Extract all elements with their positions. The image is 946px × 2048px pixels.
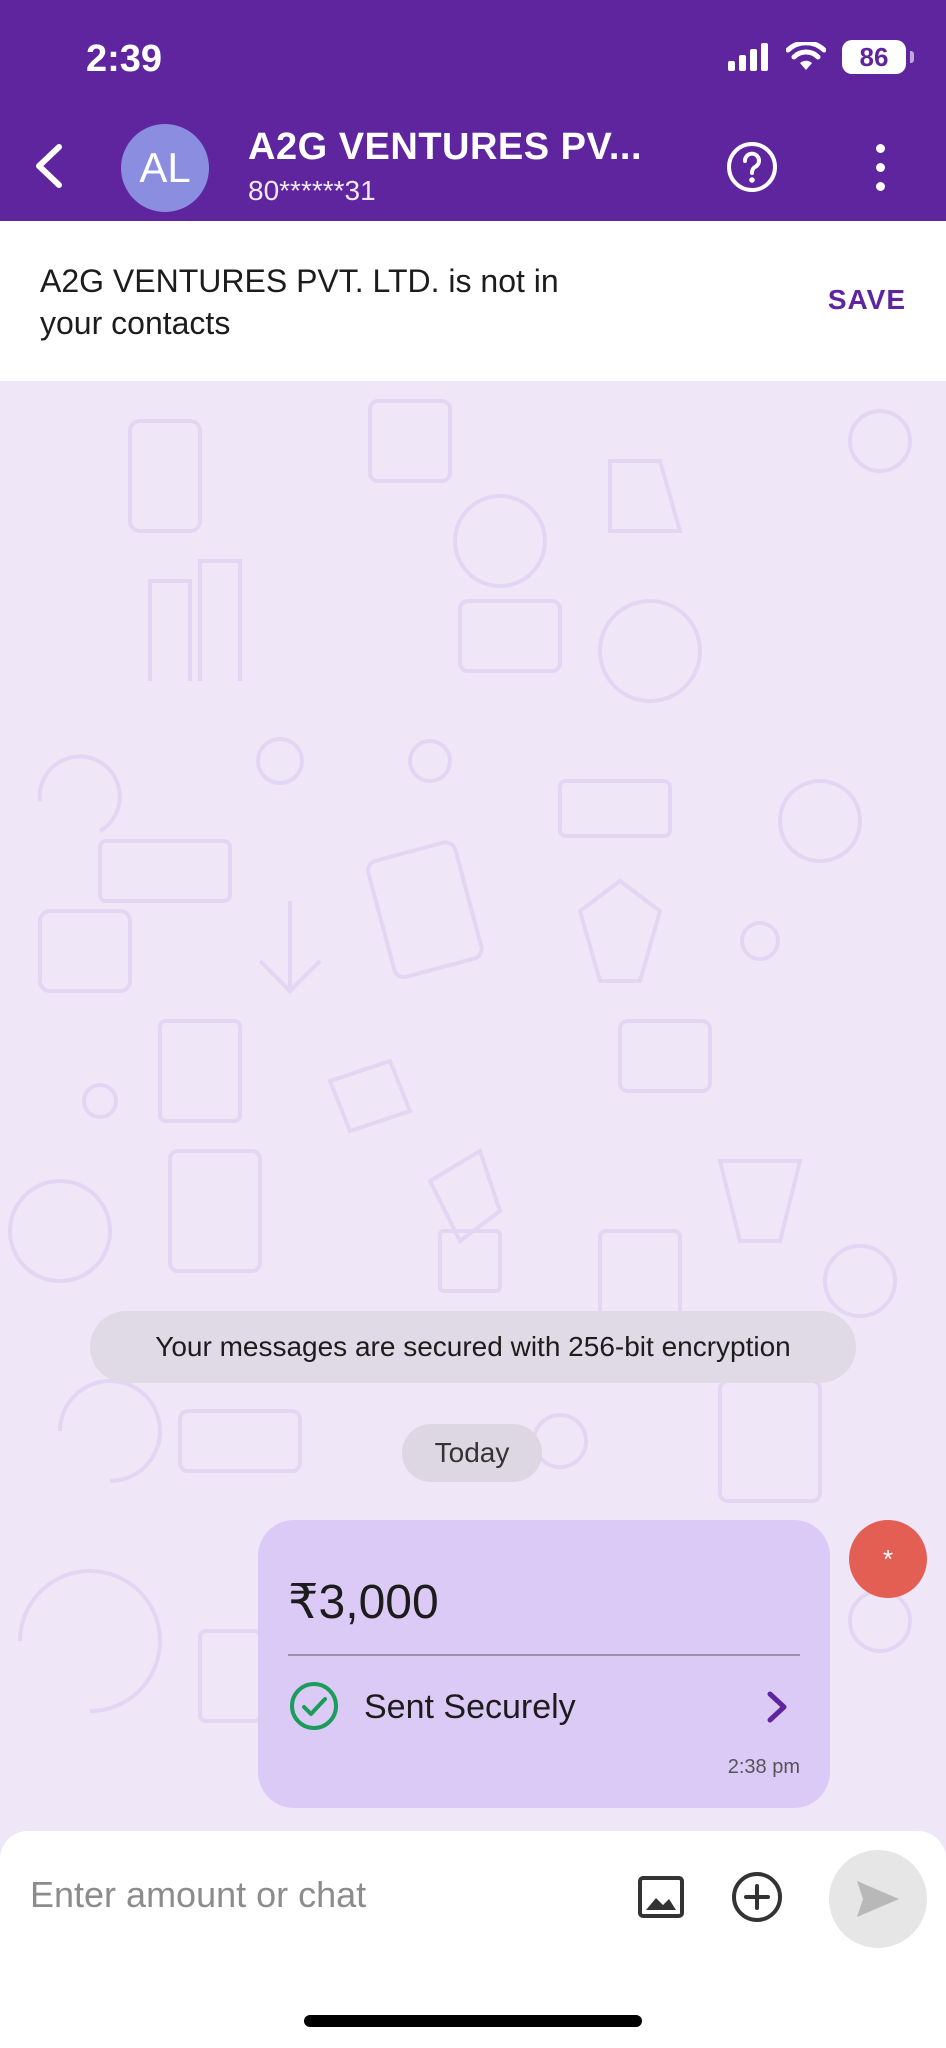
app-header: 2:39 86 AL A2G VENTURES PV... 80******31 [0,0,946,221]
status-icons: 86 [728,40,914,74]
more-options-button[interactable] [862,140,898,194]
date-separator: Today [402,1424,542,1482]
battery-icon: 86 [842,40,914,74]
signal-icon [728,43,768,71]
floating-badge[interactable]: * [849,1520,927,1598]
add-attachment-button[interactable] [730,1870,784,1924]
back-arrow-icon [36,144,62,188]
payment-amount: ₹3,000 [288,1576,439,1629]
check-circle-icon [290,1682,338,1730]
help-button[interactable] [725,140,779,194]
plus-circle-icon [732,1872,782,1922]
save-contact-button[interactable]: SAVE [828,284,906,316]
wifi-icon [786,42,826,70]
send-button[interactable] [829,1850,927,1948]
help-icon [727,142,777,192]
home-indicator [304,2015,642,2027]
gallery-button[interactable] [636,1872,686,1922]
send-icon [857,1881,899,1917]
message-time: 2:38 pm [727,1756,800,1778]
contact-name[interactable]: A2G VENTURES PV... [248,126,642,169]
contact-number: 80******31 [248,175,376,206]
payment-status: Sent Securely [364,1688,576,1726]
chevron-right-icon[interactable] [754,1684,800,1730]
encryption-notice: Your messages are secured with 256-bit e… [90,1311,856,1383]
gallery-icon [638,1876,684,1918]
payment-message[interactable]: ₹3,000 Sent Securely 2:38 pm [258,1520,830,1808]
banner-text: A2G VENTURES PVT. LTD. is not in your co… [40,263,559,341]
more-icon [875,143,885,153]
avatar[interactable]: AL [121,124,209,212]
status-time: 2:39 [86,38,163,80]
divider [288,1654,800,1656]
back-button[interactable] [18,136,78,196]
chat-input[interactable] [30,1862,610,1928]
